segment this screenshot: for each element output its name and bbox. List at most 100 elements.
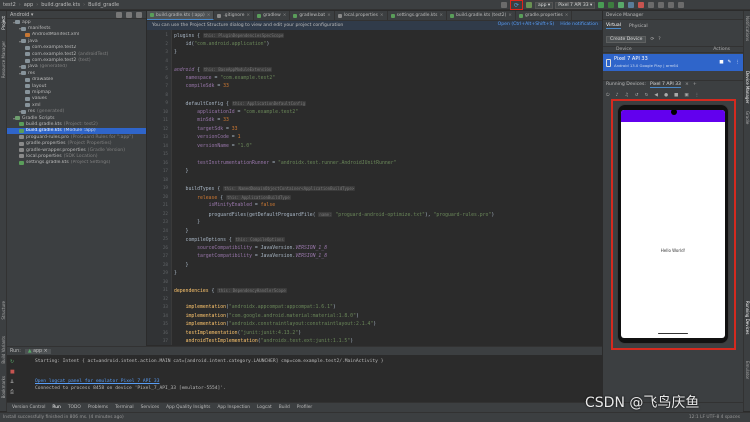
- tool-tab-resource-manager[interactable]: Resource Manager: [1, 41, 6, 78]
- tool-tab-build-variants[interactable]: Build Variants: [1, 336, 6, 364]
- run-tab-app[interactable]: ▲ app ×: [24, 348, 51, 354]
- hammer-icon[interactable]: [526, 2, 532, 8]
- running-device-tab[interactable]: Pixel 7 API 33: [649, 82, 681, 88]
- scroll-end-icon[interactable]: ⇊: [10, 379, 15, 385]
- tree-item[interactable]: proguard-rules.pro (ProGuard Rules for ":…: [7, 134, 146, 140]
- close-tab-icon[interactable]: ×: [439, 13, 443, 18]
- project-panel: Android ▾ ▾ app ▾ manifests AndroidManife…: [7, 11, 147, 346]
- run-icon[interactable]: [598, 2, 605, 8]
- more-icon[interactable]: ⋮: [695, 93, 700, 98]
- tab-virtual[interactable]: Virtual: [606, 23, 622, 29]
- refresh-icon[interactable]: ⟳: [650, 37, 654, 42]
- profile-icon[interactable]: [628, 2, 635, 8]
- open-project-structure-link[interactable]: Open (Ctrl+Alt+Shift+S): [498, 22, 555, 27]
- overview-icon[interactable]: ■: [674, 93, 678, 98]
- tool-tab-notifications[interactable]: Notifications: [745, 16, 750, 41]
- power-icon[interactable]: ⏻: [606, 92, 610, 98]
- editor-tab[interactable]: build.gradle.kts (:app) ×: [147, 11, 215, 20]
- tool-window-app-quality-insights[interactable]: App Quality Insights: [166, 405, 210, 410]
- tool-window-build[interactable]: Build: [279, 405, 290, 410]
- editor-tab[interactable]: build.gradle.kts (test2) ×: [447, 11, 516, 20]
- home-icon[interactable]: ●: [664, 93, 668, 98]
- create-device-button[interactable]: Create Device: [606, 35, 647, 43]
- tab-physical[interactable]: Physical: [629, 24, 648, 29]
- project-view-select[interactable]: Android: [10, 12, 29, 18]
- volume-down-icon[interactable]: ♫: [625, 93, 629, 98]
- screenshot-icon[interactable]: ▣: [684, 93, 688, 98]
- close-tab-icon[interactable]: ×: [565, 13, 569, 18]
- tool-window-todo[interactable]: TODO: [68, 405, 81, 410]
- tool-window-version-control[interactable]: Version Control: [12, 405, 45, 410]
- stop-icon[interactable]: ■: [10, 369, 15, 375]
- tool-window-terminal[interactable]: Terminal: [115, 405, 134, 410]
- avd-manager-icon[interactable]: [648, 2, 655, 8]
- device-manager-title: Device Manager: [606, 13, 644, 18]
- close-tab-icon[interactable]: ×: [508, 13, 512, 18]
- tool-tab-gradle[interactable]: Gradle: [745, 111, 750, 124]
- close-tab-icon[interactable]: ×: [246, 13, 250, 18]
- line-number: 21: [162, 203, 168, 208]
- volume-up-icon[interactable]: ♪: [616, 93, 619, 98]
- tool-tab-project[interactable]: Project: [1, 16, 6, 30]
- run-config-select[interactable]: app ▾: [535, 1, 554, 9]
- line-number: 13: [162, 135, 168, 140]
- tool-tab-emulator[interactable]: Emulator: [745, 361, 750, 379]
- breadcrumb-module[interactable]: app: [21, 2, 36, 8]
- close-tab-icon[interactable]: ×: [283, 13, 287, 18]
- collapse-icon[interactable]: [126, 11, 132, 18]
- close-tab-icon[interactable]: ×: [380, 13, 384, 18]
- rotate-right-icon[interactable]: ↻: [645, 93, 649, 98]
- close-tab-icon[interactable]: ×: [207, 13, 211, 18]
- edit-icon[interactable]: ✎: [728, 60, 732, 65]
- breadcrumb-project[interactable]: test2: [0, 2, 19, 8]
- sync-gradle-button[interactable]: ⟳: [510, 0, 523, 10]
- add-device-icon[interactable]: +: [693, 82, 697, 87]
- back-icon[interactable]: [501, 2, 507, 8]
- tool-tab-running-devices[interactable]: Running Devices: [745, 301, 750, 334]
- breadcrumb-file[interactable]: build.gradle.kts: [38, 2, 83, 8]
- close-tab-icon[interactable]: ×: [327, 13, 331, 18]
- device-select[interactable]: Pixel 7 API 33 ▾: [555, 1, 596, 9]
- tool-window-profiler[interactable]: Profiler: [297, 405, 312, 410]
- apply-changes-icon[interactable]: [618, 2, 625, 8]
- tool-window-problems[interactable]: Problems: [88, 405, 108, 410]
- tool-tab-device-manager[interactable]: Device Manager: [745, 71, 750, 103]
- close-tab-icon[interactable]: ×: [685, 82, 689, 87]
- debug-icon[interactable]: [608, 2, 615, 8]
- editor-tab[interactable]: local.properties ×: [335, 11, 388, 20]
- back-icon[interactable]: ◀: [654, 93, 658, 98]
- rotate-left-icon[interactable]: ↺: [635, 93, 639, 98]
- editor-tab[interactable]: gradle.properties ×: [516, 11, 573, 20]
- tool-window-app-inspection[interactable]: App Inspection: [217, 405, 250, 410]
- tool-window-run[interactable]: Run: [52, 405, 60, 410]
- editor-tab[interactable]: gradlew ×: [254, 11, 291, 20]
- editor-tab[interactable]: .gitignore ×: [214, 11, 255, 20]
- rerun-icon[interactable]: ↻: [10, 359, 15, 365]
- tool-window-logcat[interactable]: Logcat: [257, 405, 272, 410]
- gear-icon[interactable]: [136, 11, 142, 18]
- print-icon[interactable]: ⎙: [10, 389, 15, 395]
- editor-tab[interactable]: gradlew.bat ×: [290, 11, 335, 20]
- gesture-bar[interactable]: [658, 332, 688, 334]
- tool-window-services[interactable]: Services: [141, 405, 160, 410]
- stop-icon[interactable]: [638, 2, 645, 8]
- device-row-pixel7[interactable]: Pixel 7 API 33 Android 13.0 Google Play …: [603, 54, 744, 71]
- tab-label: gradle.properties: [524, 13, 563, 18]
- more-icon[interactable]: ⋮: [735, 60, 740, 65]
- tool-tab-bookmarks[interactable]: Bookmarks: [1, 376, 6, 398]
- device-toolbar: Create Device ⟳ ?: [603, 35, 744, 43]
- open-logcat-link[interactable]: Open logcat panel for emulator Pixel 7 A…: [35, 379, 159, 384]
- help-icon[interactable]: ?: [658, 37, 660, 42]
- target-icon[interactable]: [116, 11, 122, 18]
- emulator-screen[interactable]: Hello World!: [621, 110, 725, 338]
- tool-tab-structure[interactable]: Structure: [1, 301, 6, 320]
- hide-notification-link[interactable]: Hide notification: [560, 22, 598, 27]
- code-editor[interactable]: plugins { this: PluginDependenciesSpecSc…: [172, 30, 602, 345]
- breadcrumb-symbol[interactable]: Build_gradle: [85, 2, 122, 8]
- editor-tab[interactable]: settings.gradle.kts ×: [388, 11, 448, 20]
- settings-icon[interactable]: [678, 2, 685, 8]
- stop-icon[interactable]: ■: [719, 60, 723, 65]
- search-icon[interactable]: [668, 2, 675, 8]
- tree-item[interactable]: settings.gradle.kts (Project Settings): [7, 160, 146, 166]
- sdk-manager-icon[interactable]: [658, 2, 665, 8]
